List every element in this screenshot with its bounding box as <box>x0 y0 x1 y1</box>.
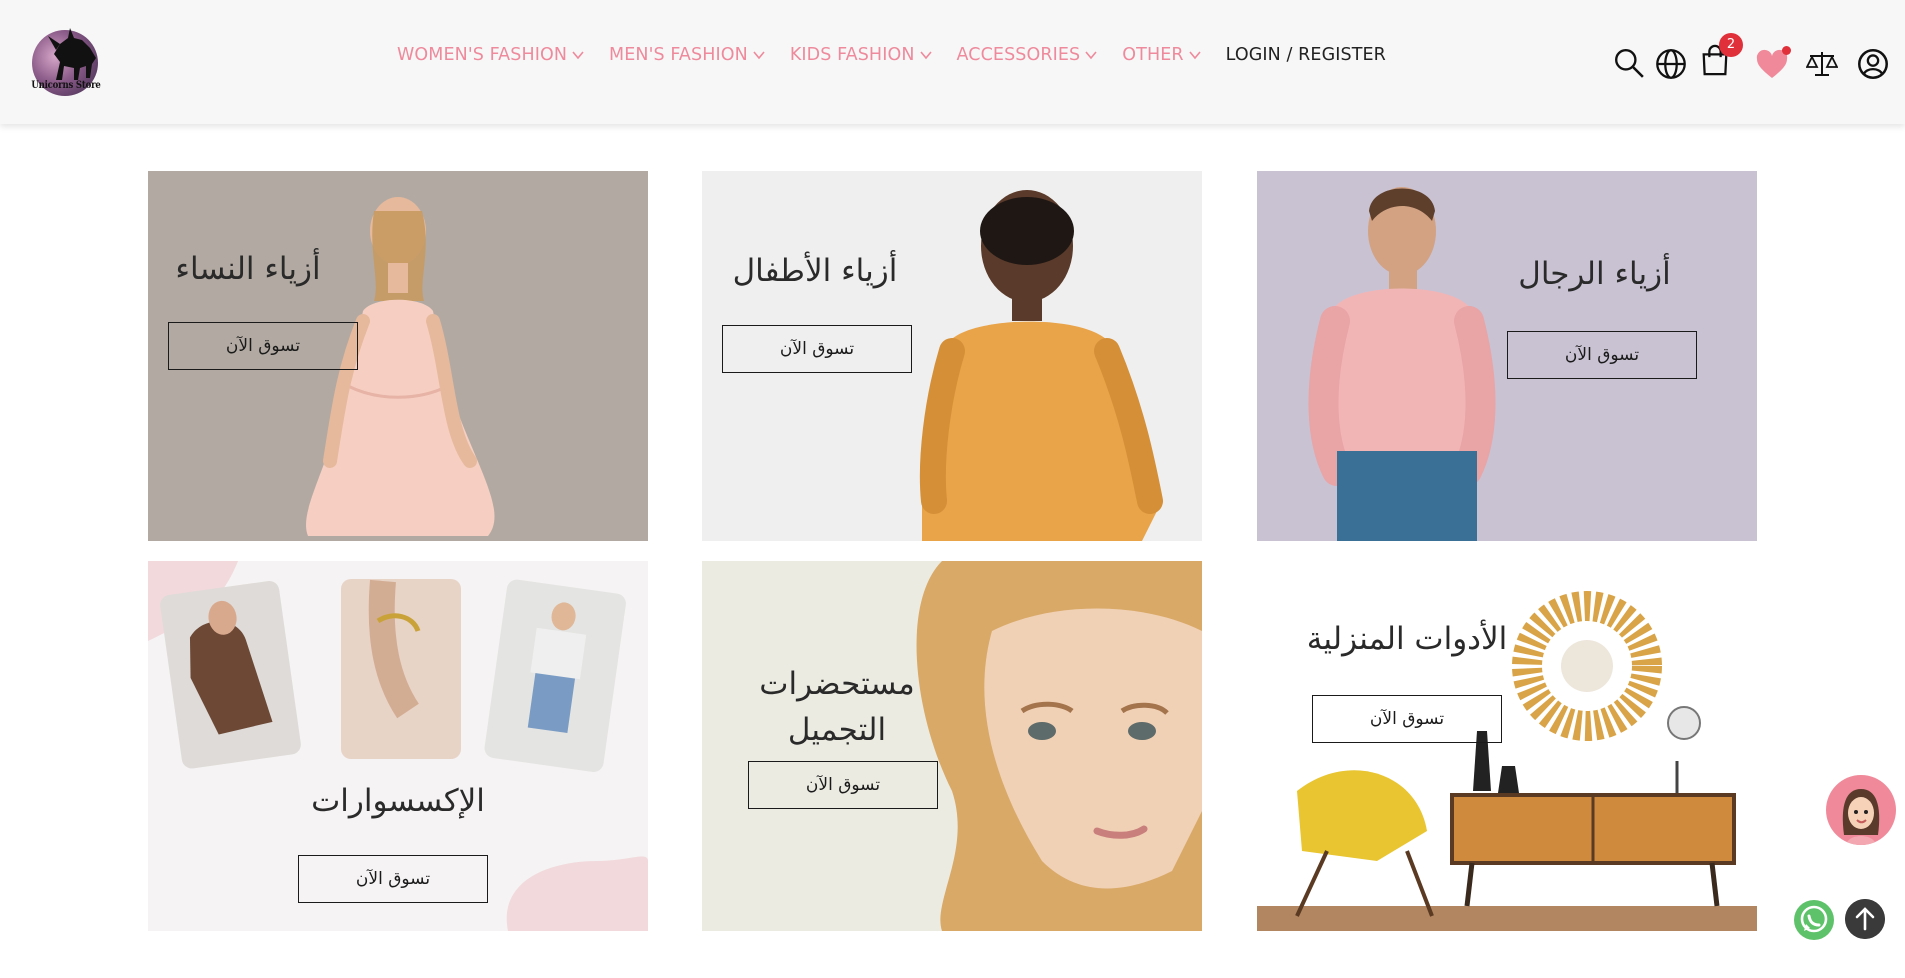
nav-label: WOMEN'S FASHION <box>397 45 568 65</box>
category-title: أزياء الرجال <box>1518 256 1671 292</box>
cart-count-badge: 2 <box>1719 33 1743 57</box>
home-tools-image <box>1257 561 1757 931</box>
login-register-link[interactable]: LOGIN / REGISTER <box>1226 45 1386 65</box>
nav-mens-fashion[interactable]: MEN'S FASHION <box>609 45 766 65</box>
category-card-accessories[interactable]: الإكسسوارات تسوق الآن <box>148 561 648 931</box>
category-title: الأدوات المنزلية <box>1306 621 1508 657</box>
arrow-up-icon[interactable] <box>1845 899 1885 939</box>
shop-now-button[interactable]: تسوق الآن <box>1312 695 1502 743</box>
shop-now-button[interactable]: تسوق الآن <box>168 322 358 370</box>
chevron-down-icon <box>753 51 765 60</box>
category-card-men[interactable]: أزياء الرجال تسوق الآن <box>1257 171 1757 541</box>
chevron-down-icon <box>1189 51 1201 60</box>
category-card-home[interactable]: الأدوات المنزلية تسوق الآن <box>1257 561 1757 931</box>
store-logo[interactable]: Unicorns Store <box>16 24 116 104</box>
chat-assistant-icon[interactable] <box>1826 775 1896 845</box>
category-card-kids[interactable]: أزياء الأطفال تسوق الآن <box>702 171 1202 541</box>
nav-label: LOGIN / REGISTER <box>1225 45 1386 65</box>
globe-icon[interactable] <box>1655 48 1687 80</box>
category-title-line1: مستحضرات <box>759 666 915 702</box>
category-card-cosmetics[interactable]: مستحضرات التجميل تسوق الآن <box>702 561 1202 931</box>
nav-accessories[interactable]: ACCESSORIES <box>957 45 1099 65</box>
nav-label: KIDS FASHION <box>789 45 915 65</box>
search-icon[interactable] <box>1613 47 1645 79</box>
shop-now-button[interactable]: تسوق الآن <box>748 761 938 809</box>
chevron-down-icon <box>1085 51 1097 60</box>
nav-womens-fashion[interactable]: WOMEN'S FASHION <box>397 45 585 65</box>
nav-label: MEN'S FASHION <box>609 45 748 65</box>
category-title: أزياء الأطفال <box>732 253 898 289</box>
nav-other[interactable]: OTHER <box>1122 45 1201 65</box>
wishlist-dot <box>1782 46 1791 55</box>
assistant-avatar <box>1842 789 1880 845</box>
shop-now-button[interactable]: تسوق الآن <box>1507 331 1697 379</box>
unicorn-icon <box>48 28 96 80</box>
logo-text: Unicorns Store <box>31 80 101 91</box>
compare-scale-icon[interactable] <box>1806 48 1838 80</box>
category-title: مستحضرات التجميل <box>742 661 932 753</box>
shop-now-button[interactable]: تسوق الآن <box>722 325 912 373</box>
nav-kids-fashion[interactable]: KIDS FASHION <box>790 45 933 65</box>
chevron-down-icon <box>572 51 584 60</box>
shop-now-button[interactable]: تسوق الآن <box>298 855 488 903</box>
category-card-women[interactable]: أزياء النساء تسوق الآن <box>148 171 648 541</box>
category-title: الإكسسوارات <box>311 783 485 819</box>
chevron-down-icon <box>919 51 932 60</box>
user-icon[interactable] <box>1857 48 1889 80</box>
category-title-line2: التجميل <box>787 712 887 748</box>
whatsapp-icon[interactable] <box>1793 899 1835 941</box>
nav-label: ACCESSORIES <box>956 45 1081 65</box>
nav-label: OTHER <box>1122 45 1184 65</box>
main-nav: WOMEN'S FASHION MEN'S FASHION KIDS FASHI… <box>397 45 1386 65</box>
site-header: Unicorns Store WOMEN'S FASHION MEN'S FAS… <box>0 0 1905 124</box>
category-title: أزياء النساء <box>175 251 321 287</box>
